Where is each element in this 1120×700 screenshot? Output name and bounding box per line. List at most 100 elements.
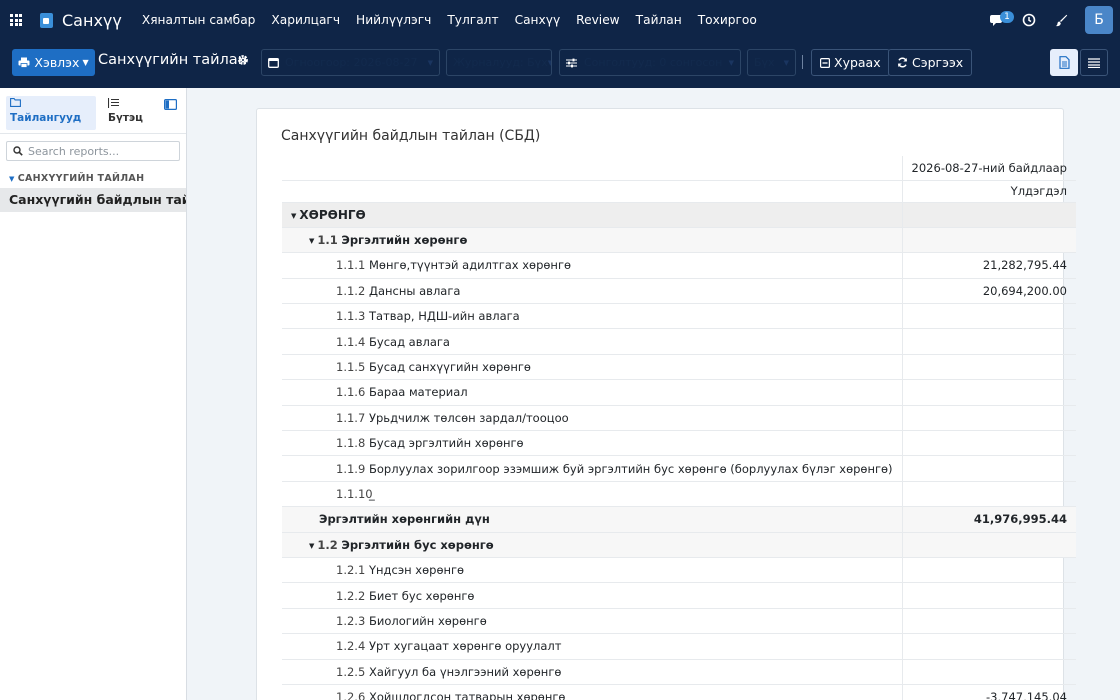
row-label: Биет бус хөрөнгө	[369, 588, 475, 603]
options-filter[interactable]: Сонголтууд: 0 сонгосон ▼	[559, 49, 741, 76]
row-amount	[901, 659, 1076, 685]
sidebar-item-balance-sheet[interactable]: Санхүүгийн байдлын тайлан	[0, 188, 186, 212]
table-row[interactable]: 1.2.5 Хайгуул ба үнэлгээний хөрөнгө	[282, 659, 1076, 685]
row-label-cell: 1.1.10_	[282, 481, 903, 508]
menu-item[interactable]: Тайлан	[628, 0, 690, 40]
row-label-cell: 1.2.6 Хойшлогдсон татварын хөрөнгө	[282, 684, 903, 700]
row-label: Эргэлтийн хөрөнгө	[341, 233, 468, 248]
row-amount	[901, 633, 1076, 660]
row-code: 1.1.8	[336, 436, 366, 451]
menu-item[interactable]: Санхүү	[507, 0, 569, 40]
tab-structure[interactable]: Бүтэц	[104, 96, 147, 130]
row-code: 1.2.2	[336, 588, 366, 603]
table-row[interactable]: 1.1.1 Мөнгө,түүнтэй адилтгах хөрөнгө 21,28…	[282, 252, 1076, 279]
row-label-cell: 1.2.1 Үндсэн хөрөнгө	[282, 557, 903, 584]
list-view-button[interactable]	[1080, 49, 1108, 76]
table-row[interactable]: 1.1.2 Дансны авлага 20,694,200.00	[282, 278, 1076, 305]
row-label: Бусад санхүүгийн хөрөнгө	[369, 360, 531, 375]
caret-down-icon[interactable]: ▼	[291, 212, 296, 220]
chat-icon[interactable]: 1	[981, 0, 1014, 40]
row-code: 1.2.1	[336, 563, 366, 578]
date-filter-label: Огноогоор: 2026-08-27	[285, 56, 418, 69]
row-amount	[901, 430, 1076, 457]
table-row[interactable]: 1.1.3 Татвар, НДШ-ийн авлага	[282, 303, 1076, 330]
nav-right-tools: 1 Б	[981, 0, 1120, 40]
gear-icon[interactable]	[237, 54, 249, 66]
group-row[interactable]: ▼ 1.1 Эргэлтийн хөрөнгө	[282, 227, 1076, 254]
row-amount	[901, 532, 1076, 558]
row-code: 1.2.5	[336, 664, 366, 679]
brand[interactable]: Санхүү	[40, 11, 122, 30]
menu-item[interactable]: Тулгалт	[439, 0, 506, 40]
table-row[interactable]: 1.2.3 Биологийн хөрөнгө	[282, 608, 1076, 635]
table-row[interactable]: 1.1.8 Бусад эргэлтийн хөрөнгө	[282, 430, 1076, 457]
table-row[interactable]: 1.1.4 Бусад авлага	[282, 328, 1076, 355]
menu-item[interactable]: Нийлүүлэгч	[348, 0, 439, 40]
menu-item[interactable]: Review	[568, 0, 627, 40]
table-row[interactable]: 1.1.7 Урьдчилж төлсөн зардал/тооцоо	[282, 405, 1076, 432]
menu-item[interactable]: Тохиргоо	[690, 0, 765, 40]
row-amount	[901, 557, 1076, 584]
brush-icon[interactable]	[1045, 0, 1077, 40]
row-label-cell: 1.2.2 Биет бус хөрөнгө	[282, 582, 903, 609]
group-row[interactable]: ▼ ХӨРӨНГӨ	[282, 202, 1076, 228]
refresh-button[interactable]: Сэргээх	[888, 49, 973, 76]
row-label-cell: 1.2.5 Хайгуул ба үнэлгээний хөрөнгө	[282, 659, 903, 685]
row-label-cell: ▼ 1.2 Эргэлтийн бус хөрөнгө	[282, 532, 903, 558]
table-row[interactable]: 1.1.10_	[282, 481, 1076, 508]
row-amount: -3,747,145.04	[901, 684, 1076, 700]
document-view-button[interactable]	[1050, 49, 1078, 76]
user-avatar[interactable]: Б	[1085, 6, 1113, 34]
row-label-cell: 1.1.7 Урьдчилж төлсөн зардал/тооцоо	[282, 405, 903, 432]
report-table: 2026-08-27-ний байдлаар Үлдэгдэл ▼ ХӨРӨНГ…	[282, 156, 1076, 700]
table-row[interactable]: 1.2.2 Биет бус хөрөнгө	[282, 582, 1076, 609]
sidebar-section-label: САНХҮҮГИЙН ТАЙЛАН	[17, 173, 145, 184]
row-label-cell: 1.1.8 Бусад эргэлтийн хөрөнгө	[282, 430, 903, 457]
search-input[interactable]	[28, 144, 173, 158]
sidebar-tabs: Тайлангууд Бүтэц	[0, 88, 186, 134]
tab-structure-label: Бүтэц	[108, 112, 143, 124]
caret-down-icon[interactable]: ▼	[309, 542, 314, 550]
table-row[interactable]: 1.1.5 Бусад санхүүгийн хөрөнгө	[282, 354, 1076, 381]
row-label-cell: 1.1.3 Татвар, НДШ-ийн авлага	[282, 303, 903, 330]
journals-filter[interactable]: Журналууд: Бүх ▼	[446, 49, 552, 76]
row-code: 1.1.1	[336, 258, 366, 273]
document-icon	[1058, 56, 1070, 69]
row-code: 1.2.6	[336, 690, 366, 700]
row-label: Бараа материал	[369, 385, 468, 400]
apps-grid-icon[interactable]	[2, 0, 30, 40]
company-filter[interactable]: Бүх ▼	[747, 49, 796, 76]
clock-icon[interactable]	[1013, 0, 1045, 40]
group-row[interactable]: ▼ 1.2 Эргэлтийн бус хөрөнгө	[282, 532, 1076, 558]
table-row[interactable]: 1.1.9 Борлуулах зорилгоор эзэмшиж буй эрг…	[282, 455, 1076, 482]
caret-down-icon: ▼	[82, 58, 89, 67]
row-label: _	[369, 486, 375, 501]
table-header-row: 2026-08-27-ний байдлаар	[282, 156, 1076, 181]
tab-reports-label: Тайлангууд	[10, 112, 82, 124]
row-label-cell: 1.1.5 Бусад санхүүгийн хөрөнгө	[282, 354, 903, 381]
table-row[interactable]: 1.2.1 Үндсэн хөрөнгө	[282, 557, 1076, 584]
brand-name: Санхүү	[62, 10, 122, 30]
print-button[interactable]: Хэвлэх ▼	[12, 49, 95, 76]
table-row[interactable]: 1.2.6 Хойшлогдсон татварын хөрөнгө -3,747,…	[282, 684, 1076, 700]
table-row[interactable]: 1.1.6 Бараа материал	[282, 379, 1076, 406]
chat-badge: 1	[1000, 11, 1014, 23]
row-label: Мөнгө,түүнтэй адилтгах хөрөнгө	[369, 258, 572, 273]
date-filter[interactable]: Огноогоор: 2026-08-27 ▼	[261, 49, 440, 76]
table-row[interactable]: 1.2.4 Урт хугацаат хөрөнгө оруулалт	[282, 633, 1076, 660]
row-amount	[901, 303, 1076, 330]
sidebar-section-header[interactable]: ▼ САНХҮҮГИЙН ТАЙЛАН	[9, 173, 144, 184]
row-amount	[901, 202, 1076, 228]
sliders-icon	[566, 58, 577, 67]
row-code: 1.1.4	[336, 334, 366, 349]
row-label: Урт хугацаат хөрөнгө оруулалт	[369, 639, 562, 654]
tab-reports[interactable]: Тайлангууд	[6, 96, 96, 130]
row-code: 1.1.2	[336, 283, 366, 298]
collapse-button[interactable]: Хураах	[811, 49, 890, 76]
sidebar-collapse-icon[interactable]	[164, 99, 177, 110]
menu-item[interactable]: Харилцагч	[263, 0, 348, 40]
caret-down-icon[interactable]: ▼	[309, 237, 314, 245]
menu-item[interactable]: Хяналтын самбар	[134, 0, 264, 40]
page-title: Санхүүгийн тайлан	[98, 52, 248, 68]
structure-list-icon	[107, 98, 119, 108]
